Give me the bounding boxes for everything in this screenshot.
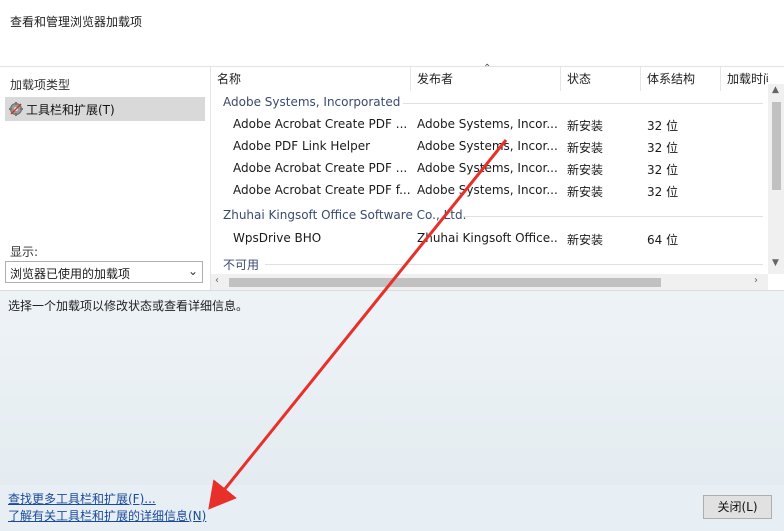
list-item[interactable]: Adobe Acrobat Create PDF ... Adobe Syste… — [211, 158, 768, 180]
list-item[interactable]: Adobe Acrobat Create PDF ... Adobe Syste… — [211, 114, 768, 136]
scroll-right-icon[interactable]: › — [754, 275, 758, 286]
addon-publisher: Adobe Systems, Incor... — [417, 161, 557, 175]
horizontal-scrollbar[interactable]: ‹ › — [211, 274, 768, 291]
toolbar-gear-icon — [9, 102, 23, 116]
addon-name: WpsDrive BHO — [233, 231, 322, 245]
horizontal-scroll-thumb[interactable] — [229, 278, 661, 287]
show-dropdown-value: 浏览器已使用的加载项 — [10, 267, 131, 281]
show-dropdown[interactable]: 浏览器已使用的加载项 ⌄ — [5, 261, 203, 283]
sidebar-item-label: 工具栏和扩展(T) — [26, 103, 115, 117]
vertical-scroll-thumb[interactable] — [772, 102, 781, 190]
addon-architecture: 32 位 — [647, 119, 679, 133]
addon-publisher: Adobe Systems, Incor... — [417, 139, 557, 153]
learn-more-toolbars-link[interactable]: 了解有关工具栏和扩展的详细信息(N) — [8, 507, 206, 524]
find-more-toolbars-link[interactable]: 查找更多工具栏和扩展(F)... — [8, 490, 156, 507]
vertical-scrollbar[interactable]: ▲ ▼ — [768, 84, 784, 274]
addon-name: Adobe Acrobat Create PDF ... — [233, 161, 408, 175]
show-label: 显示: — [10, 245, 39, 259]
chevron-down-icon: ⌄ — [187, 264, 198, 278]
addon-types-label: 加载项类型 — [10, 78, 71, 92]
list-item[interactable]: Adobe PDF Link Helper Adobe Systems, Inc… — [211, 136, 768, 158]
addon-publisher: Zhuhai Kingsoft Office... — [417, 231, 557, 245]
addon-status: 新安装 — [567, 233, 604, 247]
addon-name: Adobe PDF Link Helper — [233, 139, 371, 153]
group-header: Adobe Systems, Incorporated — [223, 95, 401, 109]
addon-status: 新安装 — [567, 119, 604, 133]
window-title: 查看和管理浏览器加载项 — [10, 15, 143, 29]
scroll-down-icon[interactable]: ▼ — [772, 258, 779, 268]
close-button[interactable]: 关闭(L) — [703, 495, 772, 519]
addon-list: ⌃ 名称 发布者 状态 体系结构 加载时间 Adobe Systems, Inc… — [210, 63, 784, 291]
group-header: Zhuhai Kingsoft Office Software Co., Ltd… — [223, 208, 467, 222]
addon-status: 新安装 — [567, 185, 604, 199]
header: 查看和管理浏览器加载项 — [0, 0, 784, 66]
column-header-status[interactable]: 状态 — [561, 67, 641, 91]
addon-architecture: 64 位 — [647, 233, 679, 247]
group-divider — [265, 264, 763, 265]
scroll-up-icon[interactable]: ▲ — [772, 85, 779, 95]
addon-status: 新安装 — [567, 163, 604, 177]
addon-publisher: Adobe Systems, Incor... — [417, 117, 557, 131]
sidebar: 加载项类型 工具栏和扩展(T) 显示: 浏览器已使用的加载项 ⌄ — [0, 66, 210, 291]
addon-name: Adobe Acrobat Create PDF f... — [233, 183, 411, 197]
group-divider — [463, 216, 763, 217]
addon-architecture: 32 位 — [647, 163, 679, 177]
addon-status: 新安装 — [567, 141, 604, 155]
group-divider — [403, 103, 763, 104]
addon-publisher: Adobe Systems, Incor... — [417, 183, 557, 197]
sidebar-item-toolbars-extensions[interactable]: 工具栏和扩展(T) — [5, 97, 205, 121]
list-item[interactable]: WpsDrive BHO Zhuhai Kingsoft Office... 新… — [211, 228, 768, 250]
column-header-architecture[interactable]: 体系结构 — [641, 67, 721, 91]
scroll-left-icon[interactable]: ‹ — [215, 275, 219, 286]
addon-name: Adobe Acrobat Create PDF ... — [233, 117, 408, 131]
footer: 查找更多工具栏和扩展(F)... 了解有关工具栏和扩展的详细信息(N) 关闭(L… — [0, 485, 784, 531]
group-header: 不可用 — [223, 258, 260, 272]
column-header-publisher[interactable]: 发布者 — [411, 67, 561, 91]
column-header-load-time[interactable]: 加载时间 — [721, 67, 768, 91]
addon-architecture: 32 位 — [647, 185, 679, 199]
details-hint: 选择一个加载项以修改状态或查看详细信息。 — [8, 299, 249, 313]
column-header-name[interactable]: 名称 — [211, 67, 411, 91]
list-item[interactable]: Adobe Acrobat Create PDF f... Adobe Syst… — [211, 180, 768, 202]
details-pane: 选择一个加载项以修改状态或查看详细信息。 — [0, 290, 784, 486]
addon-architecture: 32 位 — [647, 141, 679, 155]
